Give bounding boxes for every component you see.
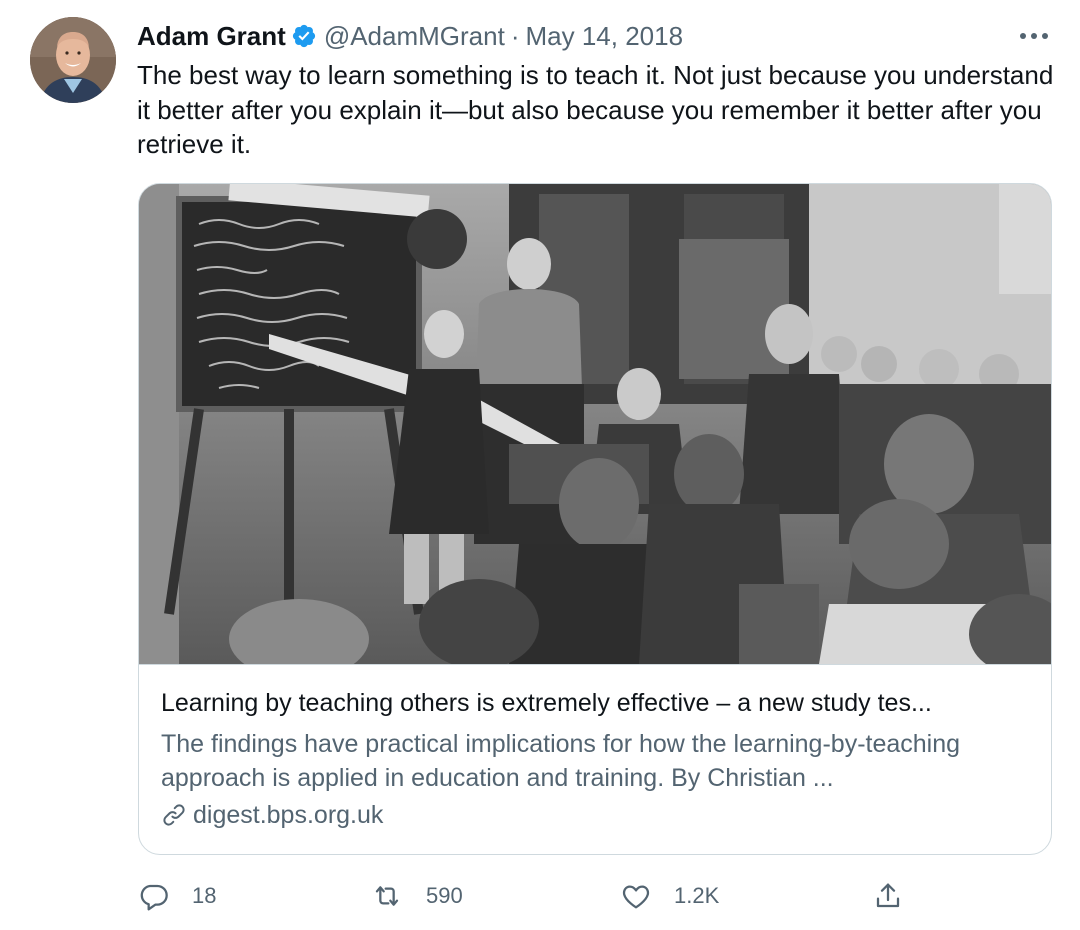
retweet-count: 590 [426, 883, 463, 908]
like-button[interactable]: 1.2K [620, 874, 719, 918]
reply-icon [140, 884, 168, 911]
classroom-photo [139, 184, 1051, 664]
card-domain-text: digest.bps.org.uk [193, 800, 384, 829]
card-description: The findings have practical implications… [161, 730, 961, 792]
tweet-date[interactable]: May 14, 2018 [525, 21, 683, 52]
more-dots-icon[interactable] [1016, 22, 1052, 50]
retweet-icon [375, 886, 399, 906]
card-domain: digest.bps.org.uk [161, 798, 383, 832]
link-preview-card[interactable]: Learning by teaching others is extremely… [138, 183, 1052, 855]
avatar-photo [30, 17, 116, 103]
share-icon [876, 883, 900, 908]
reply-button[interactable]: 18 [138, 874, 216, 918]
share-button[interactable] [872, 874, 926, 918]
tweet-text: The best way to learn something is to te… [137, 60, 1054, 159]
heart-icon [622, 885, 650, 909]
avatar[interactable] [30, 17, 116, 103]
action-bar: 18 590 1.2K [0, 874, 1080, 918]
link-icon [163, 804, 185, 826]
author-handle[interactable]: @AdamMGrant [324, 21, 505, 52]
tweet-header: Adam Grant @AdamMGrant · May 14, 2018 [137, 18, 1037, 54]
like-count: 1.2K [674, 883, 720, 908]
separator-dot: · [510, 20, 520, 51]
reply-count: 18 [192, 883, 217, 908]
card-image [139, 184, 1051, 665]
retweet-button[interactable]: 590 [370, 874, 463, 918]
verified-badge-icon [291, 23, 317, 49]
author-name[interactable]: Adam Grant [137, 21, 286, 52]
card-title: Learning by teaching others is extremely… [161, 689, 932, 717]
